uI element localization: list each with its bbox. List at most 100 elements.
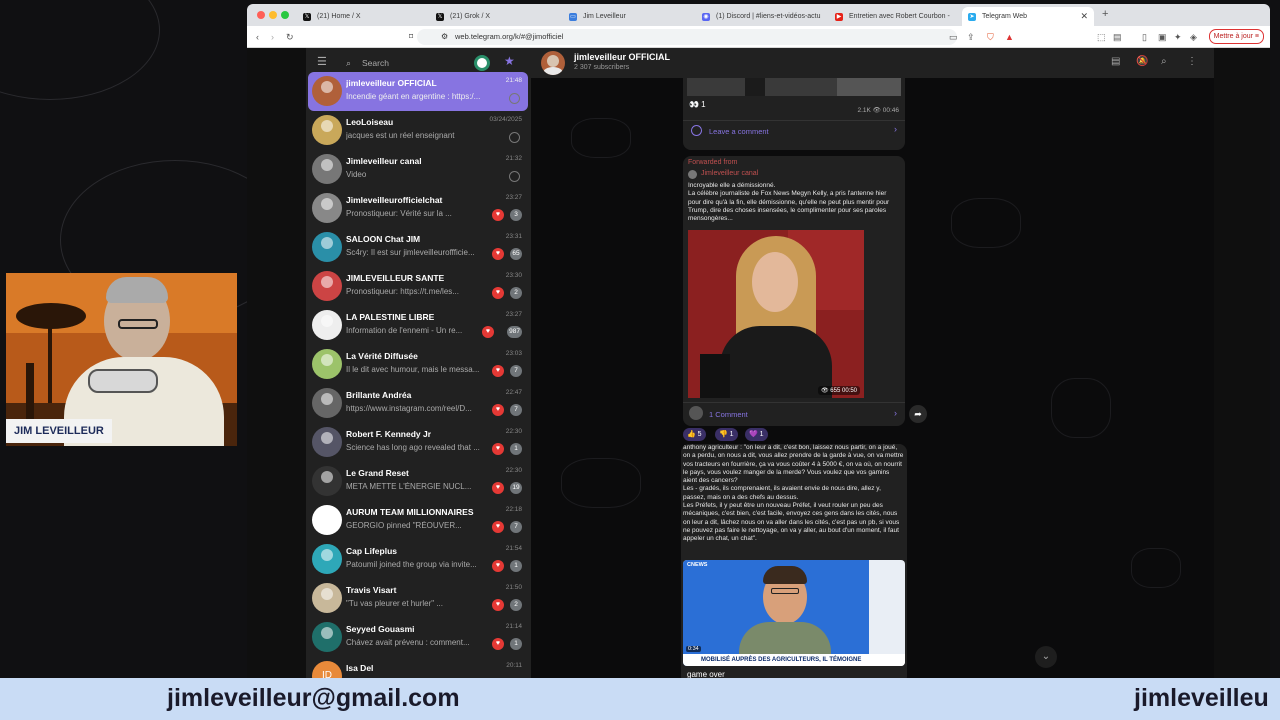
unread-badge: 1 bbox=[510, 638, 522, 650]
chat-list-item[interactable]: JIMLEVEILLEUR SANTE Pronostiqueur: https:… bbox=[308, 267, 528, 306]
background-swirl bbox=[0, 0, 160, 100]
minimize-window-button[interactable] bbox=[269, 11, 277, 19]
person-body bbox=[720, 326, 832, 398]
back-icon[interactable]: ‹ bbox=[256, 31, 259, 43]
reaction-chip[interactable]: 💜 1 bbox=[745, 428, 768, 441]
share-button[interactable]: ➦ bbox=[909, 405, 927, 423]
extensions-icon[interactable]: ⬚ bbox=[1097, 31, 1106, 43]
chat-list-item[interactable]: jimleveilleur OFFICIAL Incendie géant en … bbox=[308, 72, 528, 111]
chat-name: LeoLoiseau bbox=[346, 117, 394, 127]
chat-list-item[interactable]: Travis Visart "Tu vas pleurer et hurler" … bbox=[308, 579, 528, 618]
browser-tab-active[interactable]: ➤ Telegram Web ✕ bbox=[962, 7, 1094, 26]
chat-avatar bbox=[312, 76, 342, 106]
chat-list-item[interactable]: Jimleveilleur canal Video 21:32 bbox=[308, 150, 528, 189]
chat-time: 23:27 bbox=[505, 194, 522, 201]
reading-list-icon[interactable]: ▤ bbox=[1113, 31, 1122, 43]
scroll-down-button[interactable]: ⌄ bbox=[1035, 646, 1057, 668]
media-thumbnail[interactable] bbox=[687, 78, 901, 96]
search-icon[interactable]: ⌕ bbox=[1161, 56, 1167, 67]
maximize-window-button[interactable] bbox=[281, 11, 289, 19]
forwarded-from[interactable]: Jimleveilleur canal bbox=[701, 170, 758, 177]
more-options-icon[interactable]: ⋮ bbox=[1187, 56, 1197, 67]
update-button[interactable]: Mettre à jour ≡ bbox=[1208, 29, 1264, 44]
url-field[interactable]: ⌑ ⚙ web.telegram.org/k/#@jimofficiel bbox=[409, 29, 957, 45]
chat-title[interactable]: jimleveilleur OFFICIAL bbox=[574, 52, 670, 62]
chat-preview: Pronostiqueur: Vérité sur la ... bbox=[346, 209, 452, 218]
unread-badge: 7 bbox=[510, 404, 522, 416]
star-icon[interactable]: ★ bbox=[504, 54, 515, 68]
wallpaper-doodle bbox=[561, 458, 641, 508]
cast-icon[interactable]: ▭ bbox=[949, 31, 958, 43]
forward-icon[interactable]: › bbox=[271, 31, 274, 43]
browser-tab[interactable]: ◉ (1) Discord | #liens-et-vidéos-actu bbox=[696, 7, 828, 26]
menu-icon[interactable]: ☰ bbox=[317, 55, 327, 68]
tab-label: (21) Grok / X bbox=[450, 13, 491, 20]
browser-tab[interactable]: 𝕏 (21) Home / X bbox=[297, 7, 429, 26]
reload-icon[interactable]: ↻ bbox=[286, 31, 294, 43]
pin-icon bbox=[509, 171, 520, 182]
share-icon[interactable]: ⇪ bbox=[967, 31, 975, 43]
reaction-chip[interactable]: 👀 1 bbox=[689, 100, 706, 109]
leo-icon[interactable]: ✦ bbox=[1174, 31, 1182, 43]
chat-name: Brillante Andréa bbox=[346, 390, 412, 400]
sidebar-icon[interactable]: ▯ bbox=[1142, 31, 1147, 43]
comments-icon[interactable]: ▤ bbox=[1111, 56, 1120, 67]
comments-button[interactable]: 1 Comment bbox=[709, 410, 748, 419]
channel-avatar[interactable] bbox=[541, 51, 565, 75]
person-hair bbox=[106, 277, 168, 303]
chat-list-item[interactable]: Seyyed Gouasmi Chávez avait prévenu : com… bbox=[308, 618, 528, 657]
search-input[interactable]: ⌕ Search bbox=[342, 52, 460, 74]
address-bar: ‹ › ↻ ⌑ ⚙ web.telegram.org/k/#@jimoffici… bbox=[247, 26, 1270, 48]
browser-tab[interactable]: ▶ Entretien avec Robert Courbon - bbox=[829, 7, 961, 26]
tab-label: (1) Discord | #liens-et-vidéos-actu bbox=[716, 13, 821, 20]
brave-shield-icon[interactable]: ⛉ bbox=[987, 31, 994, 43]
leave-comment-button[interactable]: Leave a comment bbox=[709, 127, 769, 136]
video-player[interactable]: 👁 655 00:50 bbox=[688, 230, 864, 398]
chat-preview: Patoumil joined the group via invite... bbox=[346, 560, 477, 569]
chat-preview: Pronostiqueur: https://t.me/les... bbox=[346, 287, 459, 296]
status-icon[interactable] bbox=[474, 55, 490, 71]
webcam-name-label: JIM LEVEILLEUR bbox=[6, 419, 112, 443]
video-meta: 👁 655 00:50 bbox=[818, 386, 860, 395]
message-bubble: Forwarded from Jimleveilleur canal Incro… bbox=[683, 156, 905, 426]
close-tab-icon[interactable]: ✕ bbox=[1080, 7, 1088, 26]
discord-icon: ◉ bbox=[702, 13, 710, 21]
bookmark-icon[interactable]: ⌑ bbox=[409, 29, 413, 45]
chat-name: jimleveilleur OFFICIAL bbox=[346, 78, 437, 88]
chat-list-item[interactable]: Robert F. Kennedy Jr Science has long ago… bbox=[308, 423, 528, 462]
search-placeholder: Search bbox=[362, 58, 389, 68]
chat-list-item[interactable]: Jimleveilleurofficielchat Pronostiqueur: … bbox=[308, 189, 528, 228]
reaction-chip[interactable]: 👍 5 bbox=[683, 428, 706, 441]
mute-icon[interactable]: 🔕 bbox=[1136, 56, 1148, 67]
heart-reaction-icon: ♥ bbox=[482, 326, 494, 338]
chat-list-item[interactable]: LeoLoiseau jacques est un réel enseignant… bbox=[308, 111, 528, 150]
glasses bbox=[771, 588, 799, 594]
message-text: anthony agriculteur : "on leur a dit, c'… bbox=[683, 444, 904, 543]
alert-icon[interactable]: ▲ bbox=[1005, 31, 1014, 43]
chat-list-item[interactable]: Brillante Andréa https://www.instagram.co… bbox=[308, 384, 528, 423]
chevron-right-icon: › bbox=[894, 408, 897, 418]
chat-preview: Il le dit avec humour, mais le messa... bbox=[346, 365, 480, 374]
heart-reaction-icon: ♥ bbox=[492, 404, 504, 416]
chat-list-item[interactable]: La Vérité Diffusée Il le dit avec humour,… bbox=[308, 345, 528, 384]
reaction-chip[interactable]: 👎 1 bbox=[715, 428, 738, 441]
browser-tab[interactable]: ▭ Jim Leveilleur bbox=[563, 7, 695, 26]
chat-name: SALOON Chat JIM bbox=[346, 234, 421, 244]
video-player[interactable]: CNEWS MOBILISÉ AUPRÈS DES AGRICULTEURS, … bbox=[683, 560, 905, 666]
chat-list-item[interactable]: Cap Lifeplus Patoumil joined the group vi… bbox=[308, 540, 528, 579]
chat-list-item[interactable]: LA PALESTINE LIBRE Information de l'ennem… bbox=[308, 306, 528, 345]
close-window-button[interactable] bbox=[257, 11, 265, 19]
chat-list-item[interactable]: Le Grand Reset META METTE L'ÉNERGIE NUCL.… bbox=[308, 462, 528, 501]
forward-source-avatar[interactable] bbox=[688, 170, 697, 179]
browser-tab[interactable]: 𝕏 (21) Grok / X bbox=[430, 7, 562, 26]
chat-name: Jimleveilleurofficielchat bbox=[346, 195, 443, 205]
chat-time: 21:48 bbox=[505, 77, 522, 84]
chat-list-item[interactable]: SALOON Chat JIM Sc4ry: Il est sur jimleve… bbox=[308, 228, 528, 267]
new-tab-button[interactable]: + bbox=[1102, 8, 1108, 20]
vpn-icon[interactable]: ◈ bbox=[1190, 31, 1197, 43]
site-info-icon[interactable]: ⚙ bbox=[441, 29, 448, 45]
chat-list-item[interactable]: AURUM TEAM MILLIONNAIRES GEORGIO pinned "… bbox=[308, 501, 528, 540]
chat-list-item[interactable]: ID Isa Del 20:11 bbox=[308, 657, 528, 678]
telegram-app: ☰ ⌕ Search ★ jimleveilleur OFFICIAL Incen… bbox=[247, 48, 1270, 678]
wallet-icon[interactable]: ▣ bbox=[1158, 31, 1167, 43]
